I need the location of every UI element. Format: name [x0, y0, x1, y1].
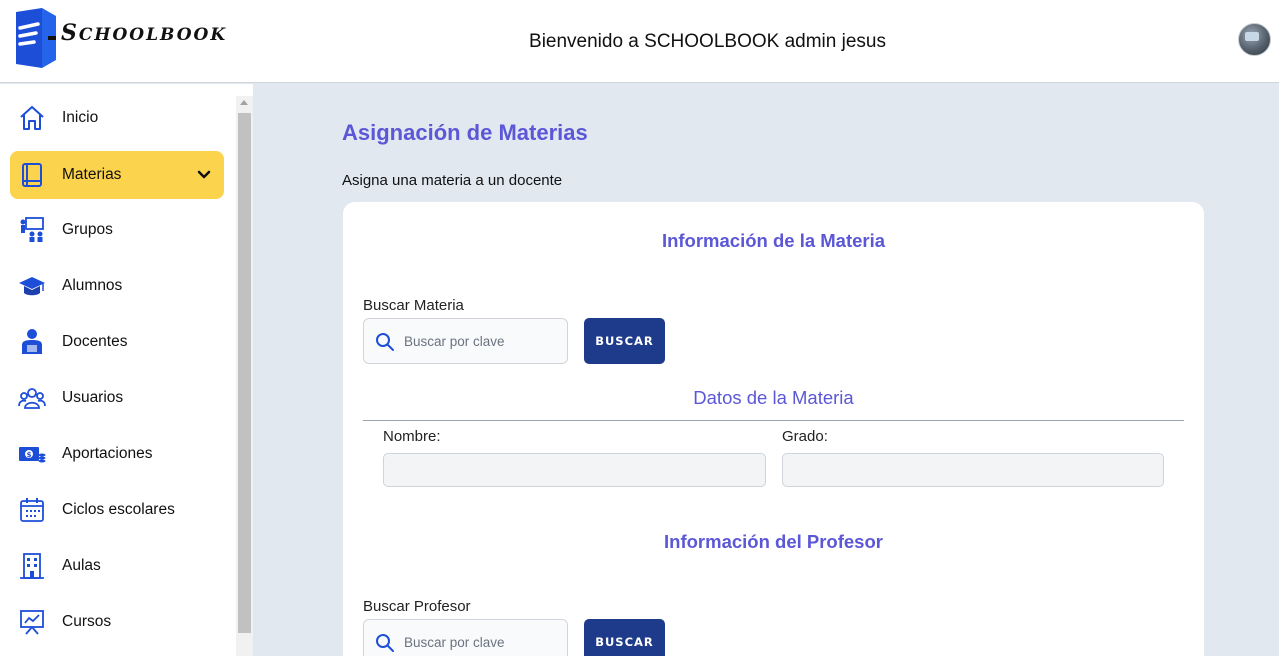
- presentation-chart-icon: [20, 610, 44, 635]
- money-icon: $: [19, 447, 46, 463]
- sidebar-item-materias[interactable]: Materias: [10, 151, 224, 199]
- sidebar-item-label: Aulas: [62, 557, 101, 574]
- section-divider: [363, 420, 1184, 421]
- sidebar-item-label: Cursos: [62, 613, 112, 630]
- sidebar-item-aulas[interactable]: Aulas: [10, 542, 224, 590]
- grado-label: Grado:: [782, 428, 828, 445]
- sidebar-item-inicio[interactable]: Inicio: [10, 94, 224, 142]
- calendar-icon: [20, 498, 44, 522]
- sidebar-item-label: Docentes: [62, 333, 128, 350]
- sidebar-item-grupos[interactable]: Grupos: [10, 206, 224, 254]
- sidebar-item-usuarios[interactable]: Usuarios: [10, 374, 224, 422]
- materia-section-title: Información de la Materia: [661, 230, 886, 251]
- buscar-materia-button[interactable]: BUSCAR: [584, 318, 665, 364]
- scrollbar-thumb[interactable]: [238, 113, 251, 633]
- search-icon: [376, 333, 394, 351]
- chevron-down-icon[interactable]: [194, 165, 214, 185]
- buscar-profesor-button[interactable]: BUSCAR: [584, 619, 665, 656]
- sidebar-item-label: Alumnos: [62, 277, 123, 294]
- sidebar-item-label: Ciclos escolares: [62, 501, 175, 518]
- profesor-search-input[interactable]: [404, 632, 554, 652]
- sidebar-item-label: Materias: [62, 166, 122, 183]
- sidebar-item-ciclos-escolares[interactable]: Ciclos escolares: [10, 486, 224, 534]
- sidebar-item-label: Aportaciones: [62, 445, 153, 462]
- book-icon: [22, 163, 42, 187]
- sidebar-item-cursos[interactable]: Cursos: [10, 598, 224, 646]
- scroll-up-arrow-icon[interactable]: [240, 100, 248, 105]
- svg-text:$: $: [27, 451, 32, 459]
- sidebar-item-label: Usuarios: [62, 389, 124, 406]
- building-icon: [20, 553, 44, 579]
- assignment-card: Información de la Materia Buscar Materia…: [343, 202, 1204, 656]
- buscar-materia-label: Buscar Materia: [363, 297, 464, 314]
- buscar-profesor-label: Buscar Profesor: [363, 598, 471, 615]
- user-avatar[interactable]: [1238, 23, 1271, 56]
- sidebar-item-aportaciones[interactable]: $ Aportaciones: [10, 430, 224, 478]
- grado-field: [782, 453, 1164, 487]
- classroom-icon: [20, 217, 44, 242]
- top-header: SCHOOLBOOK Bienvenido a SCHOOLBOOK admin…: [0, 0, 1279, 83]
- sidebar-item-label: Grupos: [62, 221, 113, 238]
- sidebar-scrollbar[interactable]: [236, 96, 253, 656]
- page-title: Asignación de Materias: [342, 120, 588, 145]
- sidebar-item-label: Inicio: [62, 109, 99, 126]
- graduation-cap-icon: [19, 277, 45, 296]
- home-icon: [20, 106, 44, 130]
- profesor-section-title: Información del Profesor: [664, 531, 883, 552]
- materia-search-box[interactable]: [363, 318, 568, 364]
- sidebar-item-alumnos[interactable]: Alumnos: [10, 262, 224, 310]
- users-icon: [18, 388, 46, 409]
- datos-materia-title: Datos de la Materia: [693, 387, 854, 408]
- materia-search-input[interactable]: [404, 331, 554, 351]
- sidebar-item-docentes[interactable]: Docentes: [10, 318, 224, 366]
- page-subtitle: Asigna una materia a un docente: [342, 172, 563, 189]
- teacher-icon: [22, 329, 42, 354]
- sidebar: Inicio Materias Grupos Alumnos Docentes …: [0, 84, 253, 656]
- welcome-message: Bienvenido a SCHOOLBOOK admin jesus: [529, 31, 886, 52]
- nombre-field: [383, 453, 766, 487]
- nombre-label: Nombre:: [383, 428, 441, 445]
- search-icon: [376, 634, 394, 652]
- profesor-search-box[interactable]: [363, 619, 568, 656]
